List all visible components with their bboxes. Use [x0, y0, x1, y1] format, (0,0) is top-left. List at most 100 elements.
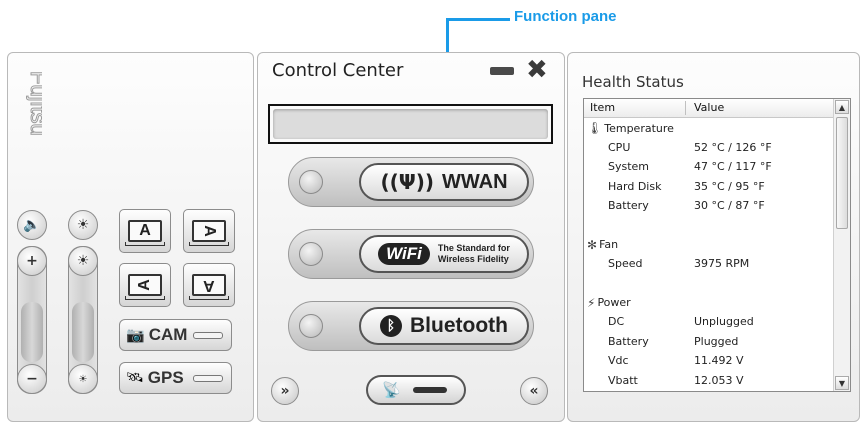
category-row-fan[interactable]: ✻ Fan	[584, 235, 836, 255]
health-status-list[interactable]: Item Value 🌡 Temperature CPU 52 °C / 126 °…	[583, 98, 851, 392]
list-rows: 🌡 Temperature CPU 52 °C / 126 °F System 47 …	[584, 118, 836, 390]
list-item[interactable]: Battery 30 °C / 87 °F	[584, 196, 836, 216]
rotate-0-button[interactable]: A	[119, 209, 171, 253]
gps-toggle-button[interactable]: 🛰 GPS	[119, 362, 232, 394]
item-value: 30 °C / 87 °F	[694, 199, 765, 212]
brightness-toggle-icon[interactable]: ☀	[68, 210, 98, 240]
wwan-row: ((Ψ)) WWAN	[288, 157, 534, 207]
item-name: CPU	[608, 140, 631, 154]
scroll-down-icon[interactable]: ▼	[835, 376, 849, 390]
wifi-toggle-button[interactable]: WiFi The Standard for Wireless Fidelity	[359, 235, 529, 273]
list-item[interactable]: Hard Disk 35 °C / 95 °F	[584, 177, 836, 197]
camera-label: CAM	[148, 325, 188, 344]
wifi-row: WiFi The Standard for Wireless Fidelity	[288, 229, 534, 279]
bluetooth-label: Bluetooth	[410, 314, 508, 337]
brightness-level	[72, 302, 94, 362]
rotate-270-button[interactable]: A	[119, 263, 171, 307]
column-header-value[interactable]: Value	[694, 101, 724, 114]
item-value: 35 °C / 95 °F	[694, 179, 765, 193]
bluetooth-row: ᛒ Bluetooth	[288, 301, 534, 351]
list-item[interactable]: Vbatt 12.053 V	[584, 371, 836, 391]
item-name: Hard Disk	[608, 179, 662, 193]
brightness-up-icon[interactable]: ☀	[68, 246, 98, 276]
wifi-tagline-line1: The Standard for	[437, 243, 510, 253]
item-value: 11.492 V	[694, 354, 744, 367]
wifi-status-led	[299, 242, 323, 266]
annotation-leader-horizontal	[446, 18, 510, 21]
gps-status-indicator	[193, 374, 223, 382]
bluetooth-icon: ᛒ	[380, 315, 402, 337]
function-pane	[268, 104, 553, 144]
wifi-tagline: The Standard for Wireless Fidelity	[438, 243, 510, 265]
camera-status-indicator	[193, 331, 223, 339]
gps-label: GPS	[147, 368, 184, 387]
annotation-label: Function pane	[514, 8, 617, 25]
rotate-90-icon: A	[189, 220, 229, 246]
list-item[interactable]: Battery Plugged	[584, 332, 836, 352]
svg-text:Fujitsu: Fujitsu	[26, 71, 42, 136]
column-divider[interactable]	[685, 101, 686, 115]
rotate-180-icon: A	[189, 274, 229, 300]
item-value: Unplugged	[694, 315, 754, 328]
health-status-title: Health Status	[582, 73, 684, 91]
category-label: Temperature	[604, 121, 674, 135]
brightness-slider[interactable]: ☀ ☀	[68, 246, 98, 394]
volume-slider[interactable]: + −	[17, 246, 47, 394]
wwan-label: WWAN	[442, 170, 508, 193]
expand-left-button[interactable]: »	[271, 377, 299, 405]
list-item[interactable]: Vdc 11.492 V	[584, 351, 836, 371]
rotate-90-button[interactable]: A	[183, 209, 235, 253]
wwan-status-led	[299, 170, 323, 194]
list-header: Item Value	[584, 99, 836, 118]
wifi-logo: WiFi	[378, 243, 430, 265]
volume-up-icon[interactable]: +	[17, 246, 47, 276]
rotate-270-icon: A	[125, 274, 165, 300]
column-header-item[interactable]: Item	[590, 101, 615, 114]
satellite-status-indicator	[412, 387, 447, 393]
bluetooth-status-led	[299, 314, 323, 338]
brightness-down-icon[interactable]: ☀	[68, 364, 98, 394]
item-value: 52 °C / 126 °F	[694, 140, 772, 154]
rotate-0-icon: A	[125, 220, 165, 246]
satellite-toggle-button[interactable]: 📡	[366, 375, 466, 405]
item-value: 12.053 V	[694, 373, 744, 387]
expand-right-button[interactable]: «	[520, 377, 548, 405]
scroll-up-icon[interactable]: ▲	[835, 100, 849, 114]
function-pane-display	[273, 109, 548, 139]
fujitsu-logo: Fujitsu	[26, 71, 43, 137]
thermometer-icon: 🌡	[587, 121, 603, 135]
category-row-power[interactable]: ⚡ Power	[584, 293, 836, 313]
camera-icon: 📷	[126, 326, 145, 344]
item-name: Vbatt	[608, 373, 638, 387]
scrollbar-thumb[interactable]	[836, 117, 848, 229]
list-item[interactable]: DC Unplugged	[584, 312, 836, 332]
item-value: Plugged	[694, 334, 739, 348]
wwan-toggle-button[interactable]: ((Ψ)) WWAN	[359, 163, 529, 201]
category-row-temperature[interactable]: 🌡 Temperature	[584, 118, 836, 138]
wwan-antenna-icon: ((Ψ))	[380, 170, 434, 194]
item-name: DC	[608, 315, 625, 328]
bluetooth-toggle-button[interactable]: ᛒ Bluetooth	[359, 307, 529, 345]
rotate-180-button[interactable]: A	[183, 263, 235, 307]
item-value: 3975 RPM	[694, 257, 750, 270]
item-name: System	[608, 160, 650, 173]
control-center-title: Control Center	[272, 60, 404, 81]
list-item[interactable]: Speed 3975 RPM	[584, 254, 836, 274]
volume-down-icon[interactable]: −	[17, 364, 47, 394]
item-name: Battery	[608, 334, 649, 348]
minimize-icon[interactable]	[490, 67, 514, 75]
close-icon[interactable]: ✖	[526, 57, 548, 83]
category-label: Power	[597, 296, 631, 309]
vertical-scrollbar[interactable]: ▲ ▼	[833, 99, 850, 391]
wifi-tagline-line2: Wireless Fidelity	[437, 254, 509, 264]
mute-speaker-icon[interactable]: 🔈	[17, 210, 47, 240]
power-icon: ⚡	[587, 295, 596, 310]
item-value: 47 °C / 117 °F	[694, 160, 772, 173]
category-label: Fan	[599, 238, 619, 251]
camera-toggle-button[interactable]: 📷 CAM	[119, 319, 232, 351]
list-item[interactable]: System 47 °C / 117 °F	[584, 157, 836, 177]
volume-level	[21, 302, 43, 362]
list-item[interactable]: CPU 52 °C / 126 °F	[584, 138, 836, 158]
